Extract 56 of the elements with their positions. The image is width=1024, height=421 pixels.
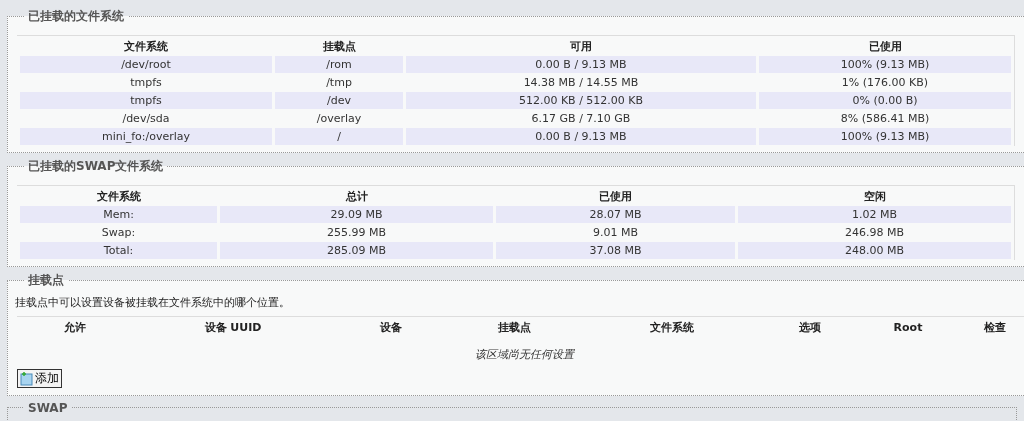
add-button[interactable]: 添加 <box>17 369 62 388</box>
table-cell-text: tmpfs <box>129 75 163 91</box>
table-cell: 1.02 MB <box>738 206 1011 223</box>
column-header: 允许 <box>63 320 87 336</box>
column-header: 检查 <box>983 320 1007 336</box>
table-cell: 100% (9.13 MB) <box>759 56 1011 73</box>
section-description: 挂载点中可以设置设备被挂载在文件系统中的哪个位置。 <box>15 295 291 310</box>
table-cell-text: 255.99 MB <box>326 225 387 241</box>
column-header: 空闲 <box>862 189 887 205</box>
table-cell: 28.07 MB <box>496 206 735 223</box>
table-cell: 37.08 MB <box>496 242 735 259</box>
table-cell: Mem: <box>20 206 217 223</box>
column-header: 文件系统 <box>95 189 142 205</box>
section-title: 已挂载的SWAP文件系统 <box>27 158 165 175</box>
column-header: 文件系统 <box>123 39 169 55</box>
table-cell-text: 8% (586.41 MB) <box>839 111 931 127</box>
table-cell: / <box>275 128 403 145</box>
column-header: 挂载点 <box>496 320 532 336</box>
table-cell-text: 6.17 GB / 7.10 GB <box>530 111 632 127</box>
column-header: 选项 <box>798 320 822 336</box>
column-header: 可用 <box>569 39 593 55</box>
table-cell: /rom <box>275 56 403 73</box>
table-cell-text: /overlay <box>315 111 363 127</box>
table-cell: 29.09 MB <box>220 206 493 223</box>
section-title: 已挂载的文件系统 <box>27 8 125 25</box>
table-cell: Total: <box>20 242 217 259</box>
column-header: 已使用 <box>867 39 903 55</box>
table-cell-text: 246.98 MB <box>844 225 905 241</box>
column-header: 挂载点 <box>321 39 357 55</box>
table-cell: 512.00 KB / 512.00 KB <box>406 92 756 109</box>
column-header: 设备 UUID <box>203 320 263 336</box>
table-cell: 248.00 MB <box>738 242 1011 259</box>
table-cell: /dev/root <box>20 56 272 73</box>
table-cell: tmpfs <box>20 92 272 109</box>
empty-message: 该区域尚无任何设置 <box>475 348 574 361</box>
table-cell: /dev <box>275 92 403 109</box>
column-header: 已使用 <box>598 189 633 205</box>
column-header: Root <box>892 320 924 336</box>
table-cell-text: 9.01 MB <box>592 225 639 241</box>
section-title: 挂载点 <box>27 272 65 289</box>
column-header: 总计 <box>344 189 369 205</box>
table-cell: 285.09 MB <box>220 242 493 259</box>
table-cell-text: 1% (176.00 KB) <box>840 75 930 91</box>
table-cell: 100% (9.13 MB) <box>759 128 1011 145</box>
table-cell: mini_fo:/overlay <box>20 128 272 145</box>
table-cell-text: /dev/sda <box>121 111 171 127</box>
column-header: 文件系统 <box>649 320 695 336</box>
table-cell-text: 14.38 MB / 14.55 MB <box>522 75 640 91</box>
table-cell: 0.00 B / 9.13 MB <box>406 128 756 145</box>
table-cell: 0.00 B / 9.13 MB <box>406 56 756 73</box>
new-document-icon <box>20 371 33 386</box>
table-cell-text: /tmp <box>325 75 353 91</box>
table-cell: 0% (0.00 B) <box>759 92 1011 109</box>
column-header: 设备 <box>379 320 403 336</box>
table-cell-text: Swap: <box>100 225 137 241</box>
section-title: SWAP <box>27 400 69 415</box>
